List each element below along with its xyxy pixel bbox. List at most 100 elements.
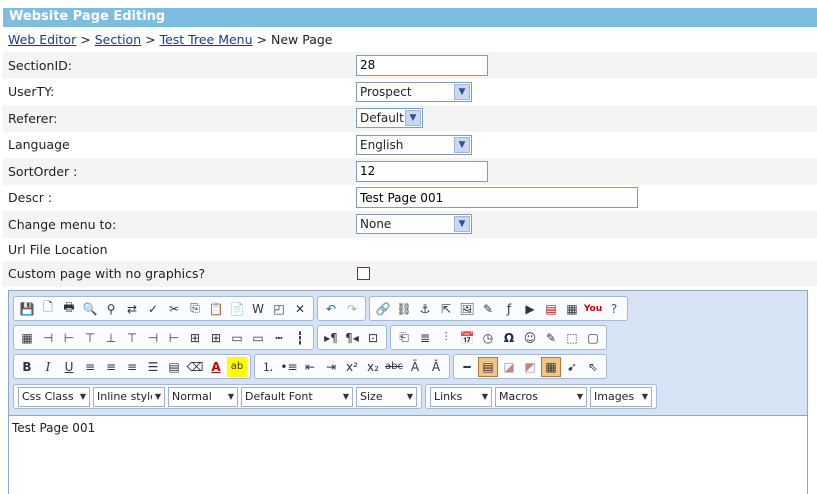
paste-icon[interactable]: 📋 [206, 299, 226, 319]
sort-order-input[interactable] [356, 160, 488, 182]
redo-icon[interactable]: ↷ [342, 299, 362, 319]
cut-icon[interactable]: ✂ [164, 299, 184, 319]
section-id-input[interactable] [356, 54, 488, 76]
delete-icon[interactable]: ✕ [290, 299, 310, 319]
align-left-icon[interactable]: ≡ [80, 357, 100, 377]
bullet-list-icon[interactable]: •≡ [279, 357, 299, 377]
subscript-icon[interactable]: x₂ [363, 357, 383, 377]
bring-forward-icon[interactable]: ◪ [499, 357, 519, 377]
print-icon[interactable]: 🖶 [59, 299, 79, 319]
document-icon[interactable]: ▦ [562, 299, 582, 319]
new-document-icon[interactable]: 🗋 [38, 299, 58, 319]
custom-page-checkbox[interactable] [357, 267, 370, 281]
breadcrumb-test-tree-menu[interactable]: Test Tree Menu [160, 32, 253, 47]
justify-icon[interactable]: ☰ [143, 357, 163, 377]
eraser-icon[interactable]: ⌫ [185, 357, 205, 377]
table-properties-icon[interactable]: ▭ [248, 328, 268, 348]
referer-select[interactable]: Default ▼ [356, 108, 423, 129]
split-horizontal-icon[interactable]: ┅ [269, 328, 289, 348]
superscript-icon[interactable]: x² [342, 357, 362, 377]
format-icon[interactable]: ≣ [415, 328, 435, 348]
images-dropdown[interactable]: Images ▼ [590, 386, 652, 407]
links-dropdown[interactable]: Links ▼ [430, 386, 492, 407]
paragraph-style-dropdown[interactable]: Normal ▼ [168, 386, 238, 407]
delete-column-icon[interactable]: ⊤ [80, 328, 100, 348]
split-vertical-icon[interactable]: ┇ [290, 328, 310, 348]
rtl-icon[interactable]: ¶◂ [342, 328, 362, 348]
print-preview-icon[interactable]: 🔍 [80, 299, 100, 319]
pointer-icon[interactable]: ➹ [562, 357, 582, 377]
media-icon[interactable]: ▶ [520, 299, 540, 319]
decrease-font-icon[interactable]: Ǎ [426, 357, 446, 377]
paste-text-icon[interactable]: 📄 [227, 299, 247, 319]
find-icon[interactable]: ⚲ [101, 299, 121, 319]
numbered-list-icon[interactable]: ⒈ [258, 357, 278, 377]
language-select[interactable]: English ▼ [356, 134, 472, 155]
select-pointer-icon[interactable]: ⇖ [583, 357, 603, 377]
underline-icon[interactable]: U [59, 357, 79, 377]
symbol-icon[interactable]: Ω [499, 328, 519, 348]
css-class-dropdown[interactable]: Css Class ▼ [18, 386, 90, 407]
strikethrough-block-icon[interactable]: ▤ [164, 357, 184, 377]
replace-icon[interactable]: ⇄ [122, 299, 142, 319]
cell-properties-icon[interactable]: ▭ [227, 328, 247, 348]
macros-dropdown[interactable]: Macros ▼ [495, 386, 587, 407]
copy-icon[interactable]: ⎘ [185, 299, 205, 319]
split-cells-icon[interactable]: ⊞ [185, 328, 205, 348]
indent-icon[interactable]: ⇥ [321, 357, 341, 377]
insert-column-right-icon[interactable]: ⊢ [59, 328, 79, 348]
paste-html-icon[interactable]: ◰ [269, 299, 289, 319]
emoticon-icon[interactable]: ☺ [520, 328, 540, 348]
italic-icon[interactable]: I [38, 357, 58, 377]
help-icon[interactable]: ? [604, 299, 624, 319]
pdf-icon[interactable]: ▤ [541, 299, 561, 319]
form-element-icon[interactable]: ⬚ [562, 328, 582, 348]
descr-input[interactable] [356, 187, 638, 209]
select-icon[interactable]: ⇱ [436, 299, 456, 319]
xhtml-icon[interactable]: ▢ [583, 328, 603, 348]
save-icon[interactable]: 💾 [17, 299, 37, 319]
anchor-icon[interactable]: ⚓ [415, 299, 435, 319]
insert-column-left-icon[interactable]: ⊣ [38, 328, 58, 348]
breadcrumb-section[interactable]: Section [95, 32, 141, 47]
snippet-icon[interactable]: ✎ [541, 328, 561, 348]
bold-icon[interactable]: B [17, 357, 37, 377]
insert-row-above-icon[interactable]: ⊥ [101, 328, 121, 348]
image-editor-icon[interactable]: ✎ [478, 299, 498, 319]
insert-date-icon[interactable]: 📅 [457, 328, 477, 348]
insert-row-below-icon[interactable]: ⊤ [122, 328, 142, 348]
change-menu-select[interactable]: None ▼ [356, 214, 472, 235]
merge-cells-icon[interactable]: ⊢ [164, 328, 184, 348]
horizontal-line-icon[interactable]: ━ [457, 357, 477, 377]
highlight-color-icon[interactable]: ab [227, 356, 247, 377]
paragraph-icon[interactable]: ▤ [478, 356, 498, 377]
grid-icon[interactable]: ▦ [541, 356, 561, 377]
align-center-icon[interactable]: ≡ [101, 357, 121, 377]
horizontal-rule-icon[interactable]: ⫶ [436, 328, 456, 348]
template-icon[interactable]: ⎗ [394, 328, 414, 348]
undo-icon[interactable]: ↶ [321, 299, 341, 319]
flash-icon[interactable]: ƒ [499, 299, 519, 319]
delete-row-icon[interactable]: ⊣ [143, 328, 163, 348]
increase-font-icon[interactable]: Ā [405, 357, 425, 377]
breadcrumb-web-editor[interactable]: Web Editor [8, 32, 76, 47]
outdent-icon[interactable]: ⇤ [300, 357, 320, 377]
link-icon[interactable]: 🔗 [373, 299, 393, 319]
show-borders-icon[interactable]: ⊡ [363, 328, 383, 348]
editor-content-area[interactable]: Test Page 001 [9, 415, 807, 494]
image-icon[interactable]: 🖼 [457, 299, 477, 319]
table-icon[interactable]: ▦ [17, 328, 37, 348]
insert-time-icon[interactable]: ◷ [478, 328, 498, 348]
unlink-icon[interactable]: ⛓ [394, 299, 414, 319]
font-dropdown[interactable]: Default Font ▼ [241, 386, 353, 407]
inline-style-dropdown[interactable]: Inline style ▼ [93, 386, 165, 407]
align-right-icon[interactable]: ≡ [122, 357, 142, 377]
user-type-select[interactable]: Prospect ▼ [356, 81, 472, 102]
strikethrough-icon[interactable]: abc [384, 357, 404, 377]
spellcheck-icon[interactable]: ✓ [143, 299, 163, 319]
size-dropdown[interactable]: Size ▼ [356, 386, 417, 407]
font-color-icon[interactable]: A [206, 357, 226, 377]
ltr-icon[interactable]: ▸¶ [321, 328, 341, 348]
send-backward-icon[interactable]: ◩ [520, 357, 540, 377]
youtube-icon[interactable]: You [583, 299, 603, 319]
